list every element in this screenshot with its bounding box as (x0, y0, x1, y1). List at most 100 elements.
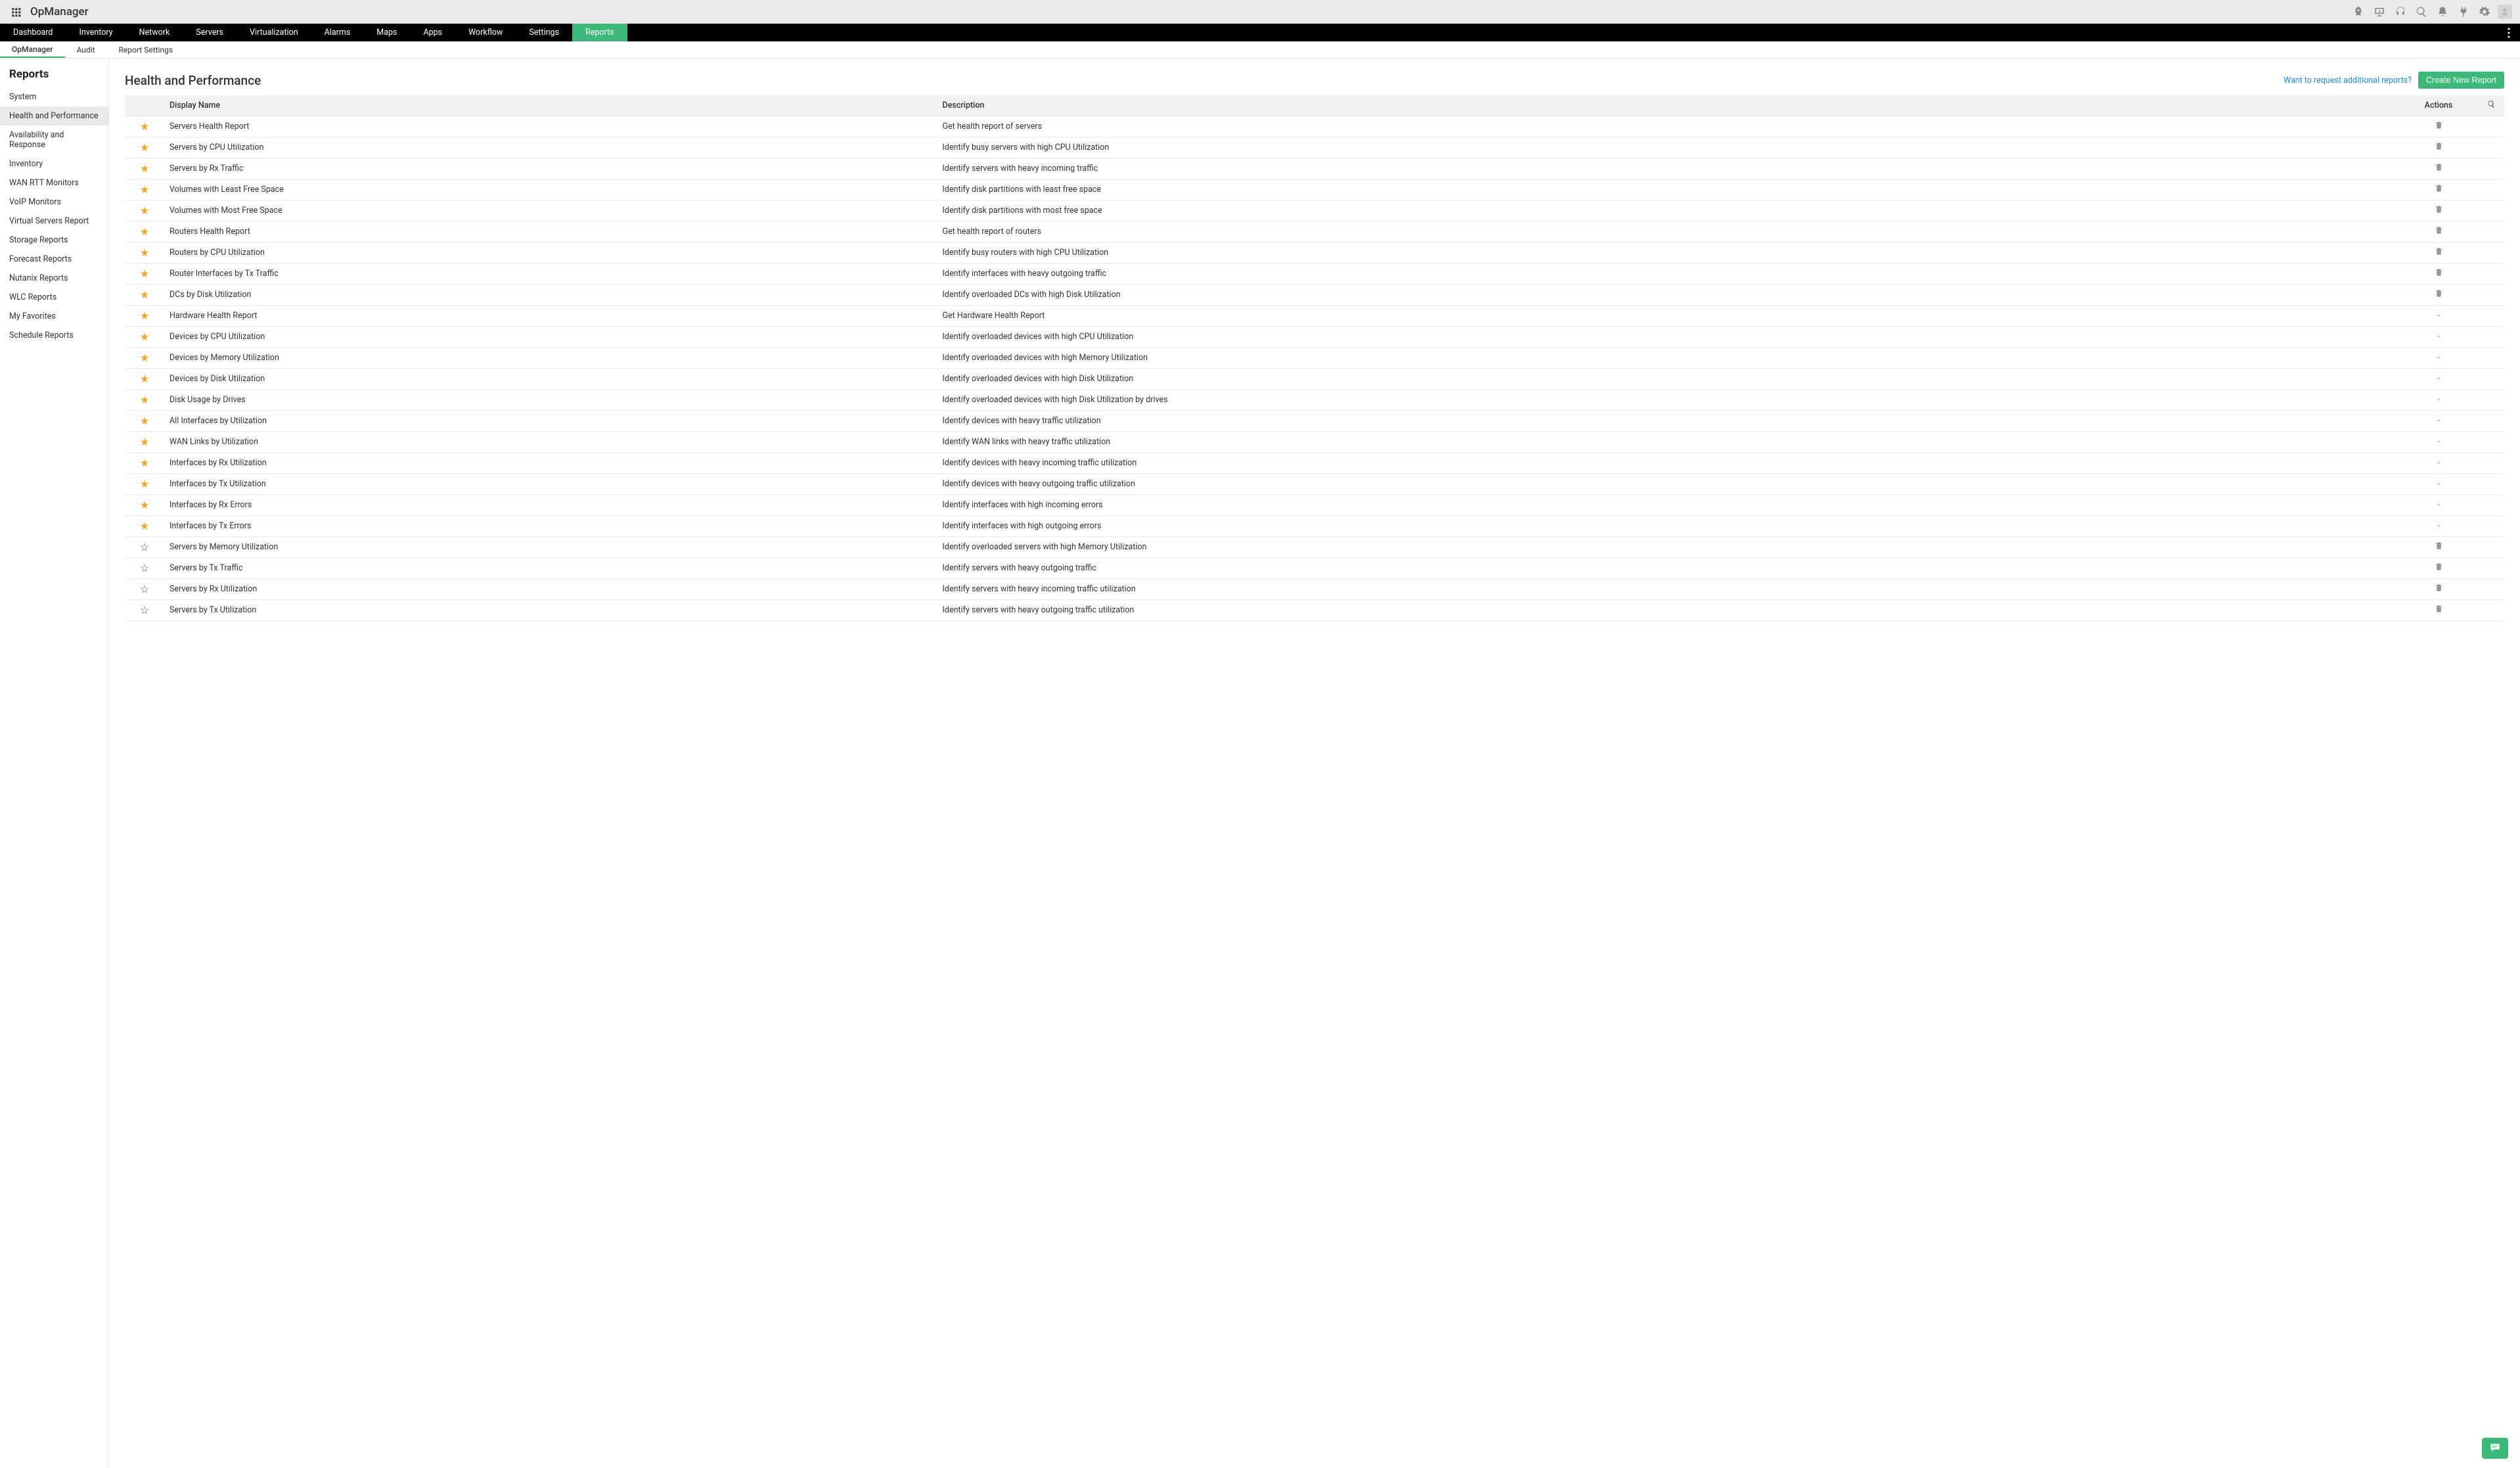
favorite-star-icon[interactable]: ★ (140, 352, 149, 364)
chat-fab-icon[interactable] (2482, 1438, 2508, 1459)
table-row[interactable]: ★Interfaces by Tx UtilizationIdentify de… (125, 474, 2504, 495)
favorite-star-icon[interactable]: ★ (140, 436, 149, 448)
sidebar-item-voip-monitors[interactable]: VoIP Monitors (0, 193, 108, 212)
rocket-icon[interactable] (2349, 3, 2368, 21)
nav-settings[interactable]: Settings (516, 24, 572, 41)
table-row[interactable]: ★DCs by Disk UtilizationIdentify overloa… (125, 285, 2504, 306)
delete-icon[interactable] (2435, 543, 2443, 553)
nav-workflow[interactable]: Workflow (455, 24, 516, 41)
table-row[interactable]: ★Routers by CPU UtilizationIdentify busy… (125, 242, 2504, 264)
table-row[interactable]: ★Interfaces by Rx UtilizationIdentify de… (125, 453, 2504, 474)
nav-network[interactable]: Network (126, 24, 183, 41)
delete-icon[interactable] (2435, 290, 2443, 300)
request-reports-link[interactable]: Want to request additional reports? (2284, 76, 2412, 85)
favorite-star-icon[interactable]: ★ (140, 141, 149, 154)
nav-maps[interactable]: Maps (363, 24, 410, 41)
table-row[interactable]: ★Volumes with Least Free SpaceIdentify d… (125, 179, 2504, 200)
sidebar-item-schedule-reports[interactable]: Schedule Reports (0, 326, 108, 345)
sidebar-item-availability-and-response[interactable]: Availability and Response (0, 126, 108, 154)
col-description[interactable]: Description (937, 95, 2399, 116)
delete-icon[interactable] (2435, 248, 2443, 258)
sidebar-item-wlc-reports[interactable]: WLC Reports (0, 288, 108, 307)
headset-icon[interactable] (2391, 3, 2410, 21)
subnav-report-settings[interactable]: Report Settings (107, 41, 185, 58)
nav-servers[interactable]: Servers (183, 24, 236, 41)
col-search[interactable] (2478, 95, 2504, 116)
table-row[interactable]: ☆Servers by Tx UtilizationIdentify serve… (125, 600, 2504, 621)
delete-icon[interactable] (2435, 143, 2443, 153)
sidebar-item-my-favorites[interactable]: My Favorites (0, 307, 108, 326)
favorite-star-icon[interactable]: ★ (140, 394, 149, 406)
table-row[interactable]: ★Volumes with Most Free SpaceIdentify di… (125, 200, 2504, 221)
sidebar-item-system[interactable]: System (0, 87, 108, 106)
favorite-star-icon[interactable]: ★ (140, 204, 149, 217)
table-row[interactable]: ☆Servers by Tx TrafficIdentify servers w… (125, 558, 2504, 579)
favorite-star-icon[interactable]: ☆ (140, 604, 149, 616)
sidebar-item-wan-rtt-monitors[interactable]: WAN RTT Monitors (0, 173, 108, 193)
sidebar-item-storage-reports[interactable]: Storage Reports (0, 231, 108, 250)
table-row[interactable]: ★WAN Links by UtilizationIdentify WAN li… (125, 432, 2504, 453)
table-row[interactable]: ☆Servers by Memory UtilizationIdentify o… (125, 537, 2504, 558)
gear-icon[interactable] (2475, 3, 2494, 21)
nav-alarms[interactable]: Alarms (311, 24, 364, 41)
sidebar-item-nutanix-reports[interactable]: Nutanix Reports (0, 269, 108, 288)
nav-reports[interactable]: Reports (572, 24, 627, 41)
delete-icon[interactable] (2435, 185, 2443, 195)
table-row[interactable]: ★Hardware Health ReportGet Hardware Heal… (125, 306, 2504, 327)
nav-dashboard[interactable]: Dashboard (0, 24, 66, 41)
delete-icon[interactable] (2435, 564, 2443, 574)
delete-icon[interactable] (2435, 606, 2443, 616)
nav-inventory[interactable]: Inventory (66, 24, 125, 41)
favorite-star-icon[interactable]: ★ (140, 162, 149, 175)
favorite-star-icon[interactable]: ★ (140, 478, 149, 490)
favorite-star-icon[interactable]: ☆ (140, 583, 149, 595)
table-row[interactable]: ★Servers Health ReportGet health report … (125, 116, 2504, 137)
delete-icon[interactable] (2435, 269, 2443, 279)
favorite-star-icon[interactable]: ☆ (140, 541, 149, 553)
subnav-audit[interactable]: Audit (65, 41, 107, 58)
favorite-star-icon[interactable]: ★ (140, 373, 149, 385)
delete-icon[interactable] (2435, 206, 2443, 216)
table-row[interactable]: ★Servers by CPU UtilizationIdentify busy… (125, 137, 2504, 158)
favorite-star-icon[interactable]: ★ (140, 331, 149, 343)
col-display-name[interactable]: Display Name (164, 95, 937, 116)
table-row[interactable]: ☆Servers by Rx UtilizationIdentify serve… (125, 579, 2504, 600)
nav-overflow-icon[interactable] (2502, 24, 2516, 41)
delete-icon[interactable] (2435, 227, 2443, 237)
favorite-star-icon[interactable]: ★ (140, 520, 149, 532)
favorite-star-icon[interactable]: ★ (140, 310, 149, 322)
sidebar-item-forecast-reports[interactable]: Forecast Reports (0, 250, 108, 269)
favorite-star-icon[interactable]: ★ (140, 415, 149, 427)
favorite-star-icon[interactable]: ★ (140, 120, 149, 133)
favorite-star-icon[interactable]: ★ (140, 225, 149, 238)
bell-icon[interactable] (2433, 3, 2452, 21)
delete-icon[interactable] (2435, 164, 2443, 174)
table-row[interactable]: ★Devices by Memory UtilizationIdentify o… (125, 348, 2504, 369)
table-row[interactable]: ★Devices by CPU UtilizationIdentify over… (125, 327, 2504, 348)
favorite-star-icon[interactable]: ★ (140, 246, 149, 259)
favorite-star-icon[interactable]: ★ (140, 288, 149, 301)
table-row[interactable]: ★Disk Usage by DrivesIdentify overloaded… (125, 390, 2504, 411)
table-row[interactable]: ★All Interfaces by UtilizationIdentify d… (125, 411, 2504, 432)
delete-icon[interactable] (2435, 585, 2443, 595)
table-row[interactable]: ★Routers Health ReportGet health report … (125, 221, 2504, 242)
table-row[interactable]: ★Interfaces by Rx ErrorsIdentify interfa… (125, 495, 2504, 516)
nav-apps[interactable]: Apps (410, 24, 455, 41)
monitor-icon[interactable] (2370, 3, 2389, 21)
favorite-star-icon[interactable]: ★ (140, 457, 149, 469)
sidebar-item-health-and-performance[interactable]: Health and Performance (0, 106, 108, 126)
nav-virtualization[interactable]: Virtualization (236, 24, 311, 41)
table-row[interactable]: ★Devices by Disk UtilizationIdentify ove… (125, 369, 2504, 390)
favorite-star-icon[interactable]: ★ (140, 499, 149, 511)
subnav-opmanager[interactable]: OpManager (0, 41, 65, 58)
table-row[interactable]: ★Router Interfaces by Tx TrafficIdentify… (125, 264, 2504, 285)
favorite-star-icon[interactable]: ☆ (140, 562, 149, 574)
plug-icon[interactable] (2454, 3, 2473, 21)
avatar[interactable] (2498, 5, 2512, 19)
apps-icon[interactable] (8, 4, 24, 20)
table-row[interactable]: ★Servers by Rx TrafficIdentify servers w… (125, 158, 2504, 179)
table-row[interactable]: ★Interfaces by Tx ErrorsIdentify interfa… (125, 516, 2504, 537)
favorite-star-icon[interactable]: ★ (140, 183, 149, 196)
delete-icon[interactable] (2435, 122, 2443, 132)
create-new-report-button[interactable]: Create New Report (2418, 72, 2504, 89)
